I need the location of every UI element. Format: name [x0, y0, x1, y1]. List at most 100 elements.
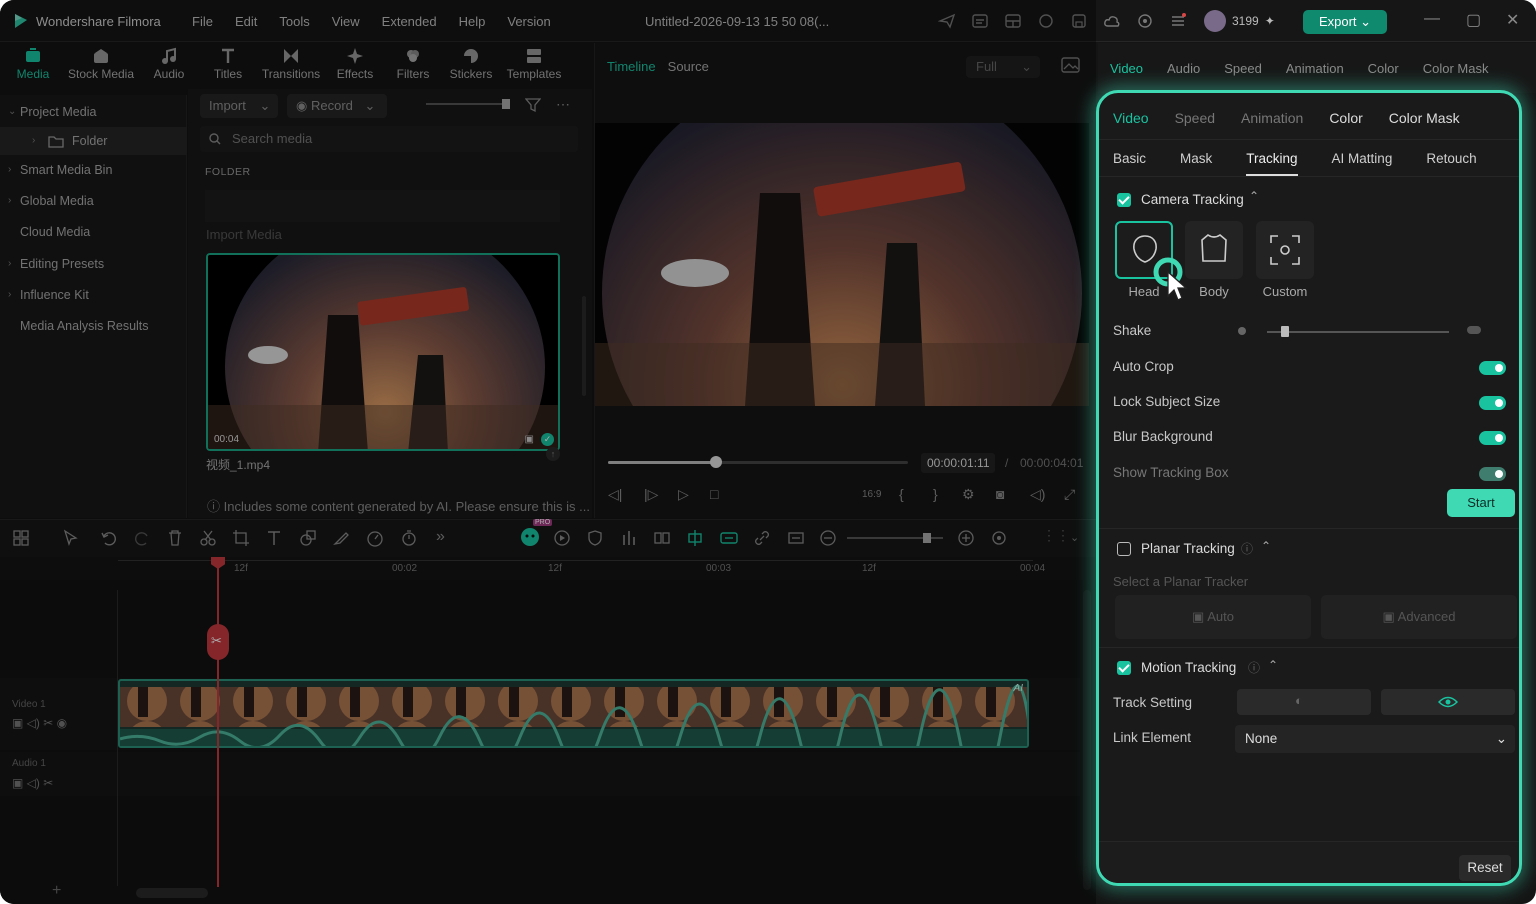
help-icon[interactable]: ⓘ: [1241, 540, 1253, 557]
subtab-mask[interactable]: Mask: [1180, 140, 1212, 176]
fullscreen-icon[interactable]: ⤢: [1064, 486, 1075, 503]
playhead[interactable]: [217, 557, 219, 887]
video-clip[interactable]: AI: [118, 679, 1029, 748]
delete-icon[interactable]: [166, 529, 184, 547]
magnet-icon[interactable]: [719, 529, 739, 547]
camera-tracking-checkbox[interactable]: [1117, 193, 1131, 207]
snap-icon[interactable]: [686, 529, 704, 547]
thumbnail-size-slider[interactable]: [426, 99, 510, 109]
speed-icon[interactable]: [366, 529, 384, 547]
split-marker[interactable]: ✂: [207, 624, 229, 660]
media-scrollbar[interactable]: [582, 296, 586, 396]
sidebar-item-media-analysis[interactable]: Media Analysis Results: [0, 312, 187, 340]
timeline-settings-icon[interactable]: [990, 529, 1008, 547]
zoom-slider[interactable]: [847, 533, 943, 543]
avatar[interactable]: [1204, 10, 1226, 32]
tool-media[interactable]: Media: [16, 47, 50, 81]
timeline-scrollbar[interactable]: [136, 888, 208, 898]
mark-out-icon[interactable]: }: [933, 486, 938, 502]
step-play-icon[interactable]: |▷: [644, 486, 658, 503]
sidebar-item-editing-presets[interactable]: › Editing Presets: [0, 250, 187, 278]
crop-icon[interactable]: [232, 529, 250, 547]
help-icon[interactable]: ⓘ: [1248, 659, 1260, 676]
zoom-slider-knob[interactable]: [923, 533, 931, 543]
sidebar-item-project-media[interactable]: ⌄ Project Media: [0, 98, 187, 126]
grid-dots-icon[interactable]: ⋮⋮: [1042, 527, 1070, 544]
prev-frame-icon[interactable]: ◁|: [608, 486, 622, 503]
menu-extended[interactable]: Extended: [382, 14, 437, 29]
tab-color-mask[interactable]: Color Mask: [1423, 61, 1489, 93]
mode-custom-button[interactable]: [1256, 221, 1314, 279]
tab-audio[interactable]: Audio: [1167, 61, 1200, 93]
shake-slider[interactable]: [1267, 326, 1449, 337]
menu-help[interactable]: Help: [459, 14, 486, 29]
cloud-icon[interactable]: [1103, 12, 1121, 30]
chevron-up-icon[interactable]: ⌃: [1268, 658, 1278, 672]
sidebar-item-influence-kit[interactable]: › Influence Kit: [0, 281, 187, 309]
caption-icon[interactable]: [971, 12, 989, 30]
subtab-retouch[interactable]: Retouch: [1426, 140, 1476, 176]
credits-display[interactable]: 3199 ✦: [1204, 10, 1275, 32]
lock-subject-toggle[interactable]: [1479, 396, 1506, 410]
record-button[interactable]: ◉ Record ⌄: [287, 94, 387, 118]
audio-tools-icon[interactable]: [620, 529, 638, 547]
play-icon[interactable]: ▷: [678, 486, 689, 503]
timeline-vscroll[interactable]: [1083, 590, 1091, 890]
layout-grid-icon[interactable]: [12, 529, 30, 547]
track-visibility-button[interactable]: [1381, 689, 1515, 715]
tool-audio[interactable]: Audio: [150, 47, 188, 81]
timer-icon[interactable]: [400, 529, 418, 547]
playback-scrubber[interactable]: [608, 456, 908, 468]
marker-icon[interactable]: [332, 529, 350, 547]
link-element-select[interactable]: None ⌄: [1235, 725, 1515, 753]
track-setting-mode-button[interactable]: ◐: [1237, 689, 1371, 715]
chevron-up-icon[interactable]: ⌃: [1261, 539, 1271, 553]
tab-timeline[interactable]: Timeline: [607, 59, 656, 74]
menu-tools[interactable]: Tools: [279, 14, 309, 29]
tab-animation[interactable]: Animation: [1286, 61, 1344, 93]
support-icon[interactable]: [1136, 12, 1154, 30]
sidebar-item-cloud-media[interactable]: Cloud Media: [0, 218, 187, 246]
sidebar-item-smart-media-bin[interactable]: › Smart Media Bin: [0, 156, 187, 184]
tab-video[interactable]: Video: [1110, 61, 1143, 93]
folder-drop-zone[interactable]: [205, 190, 560, 222]
volume-icon[interactable]: ◁): [1030, 486, 1045, 503]
save-icon[interactable]: [1070, 12, 1088, 30]
shake-slider-knob[interactable]: [1281, 326, 1290, 337]
tool-stickers[interactable]: Stickers: [448, 47, 494, 81]
aspect-ratio-icon[interactable]: 16:9: [862, 489, 881, 500]
stop-icon[interactable]: □: [710, 486, 718, 502]
tab-color[interactable]: Color: [1329, 110, 1362, 126]
tab-color[interactable]: Color: [1368, 61, 1399, 93]
motion-tracking-checkbox[interactable]: [1117, 661, 1131, 675]
image-icon[interactable]: [1061, 57, 1080, 74]
tool-stock-media[interactable]: Stock Media: [66, 47, 136, 81]
auto-reframe-icon[interactable]: [553, 529, 571, 547]
undo-icon[interactable]: [100, 529, 118, 547]
ai-face-icon[interactable]: [519, 526, 541, 548]
show-tracking-box-toggle[interactable]: [1479, 467, 1506, 481]
subtab-basic[interactable]: Basic: [1113, 140, 1146, 176]
headset-icon[interactable]: [1037, 12, 1055, 30]
search-input[interactable]: Search media: [200, 126, 578, 152]
tool-filters[interactable]: Filters: [394, 47, 432, 81]
tab-speed[interactable]: Speed: [1175, 110, 1215, 126]
layout-icon[interactable]: [1004, 12, 1022, 30]
fit-icon[interactable]: [787, 529, 805, 547]
slider-knob[interactable]: [502, 99, 510, 109]
media-thumbnail[interactable]: 00:04 ▣ ✓: [206, 253, 560, 451]
track-controls-icon[interactable]: ▣ ◁) ✂ ◉: [12, 716, 67, 730]
import-button[interactable]: Import ⌄: [200, 94, 278, 118]
maximize-icon[interactable]: ▢: [1466, 10, 1481, 30]
mark-in-icon[interactable]: {: [899, 486, 904, 502]
more-icon[interactable]: ⋯: [556, 96, 570, 113]
zoom-select[interactable]: Full ⌄: [966, 56, 1040, 78]
tool-titles[interactable]: Titles: [210, 47, 246, 81]
planar-advanced-button[interactable]: ▣ Advanced: [1321, 595, 1517, 639]
upload-icon[interactable]: ↑: [546, 447, 560, 461]
export-button[interactable]: Export ⌄: [1303, 10, 1387, 34]
chevron-down-icon[interactable]: ⌄: [1070, 531, 1079, 544]
minimize-icon[interactable]: —: [1424, 10, 1440, 28]
menu-file[interactable]: File: [192, 14, 213, 29]
planar-tracking-checkbox[interactable]: [1117, 542, 1131, 556]
